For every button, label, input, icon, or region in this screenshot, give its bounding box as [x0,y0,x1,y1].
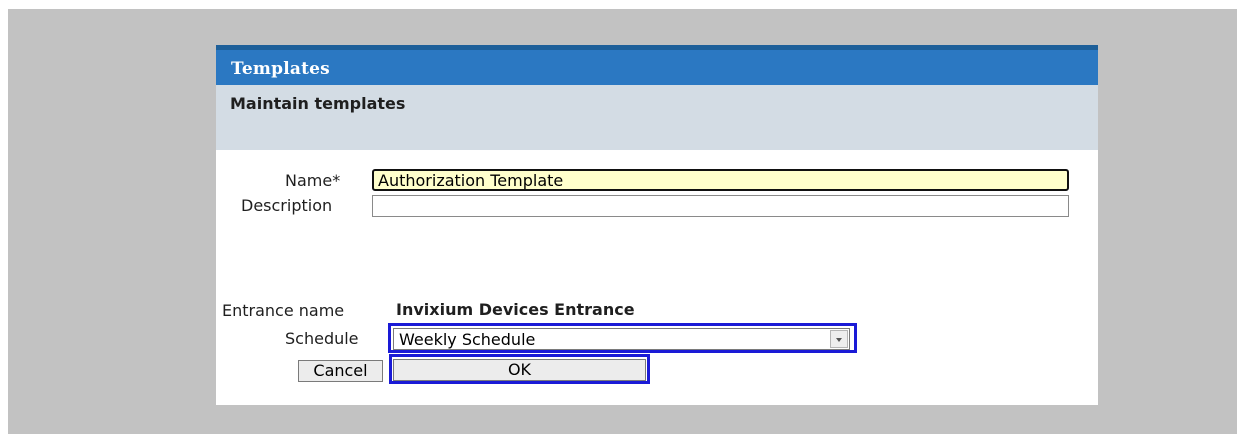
chevron-down-icon[interactable] [830,330,848,348]
schedule-label: Schedule [285,329,359,348]
description-label: Description [241,196,333,215]
description-input[interactable] [372,195,1069,217]
dialog-titlebar: Templates [216,50,1098,85]
schedule-select[interactable]: Weekly Schedule [393,328,850,350]
name-label: Name* [285,171,341,190]
entrance-name-label: Entrance name [222,301,345,320]
dialog-title: Templates [231,59,330,79]
dialog-subheader: Maintain templates [216,85,1098,150]
dialog-subtitle: Maintain templates [230,94,406,113]
ok-button[interactable]: OK [393,359,646,381]
templates-dialog: Templates Maintain templates Name* Descr… [216,45,1098,405]
name-input[interactable] [372,169,1069,191]
entrance-name-value: Invixium Devices Entrance [396,300,635,319]
schedule-selected-value: Weekly Schedule [399,330,536,349]
cancel-button[interactable]: Cancel [298,360,383,382]
